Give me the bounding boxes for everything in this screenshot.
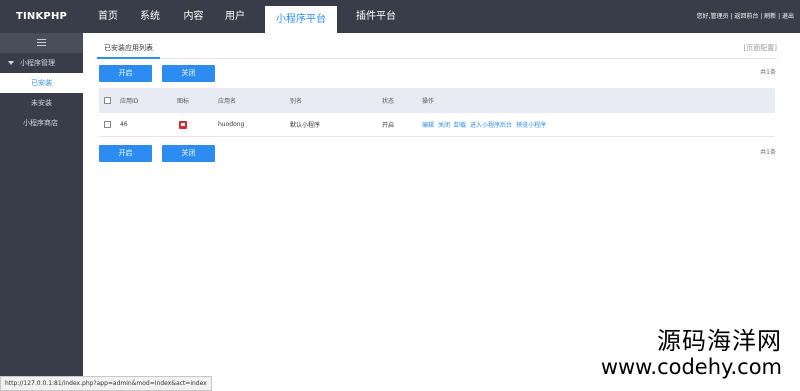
disable-button-top[interactable]: 关闭 bbox=[162, 65, 215, 82]
sidebar-item-installed[interactable]: 已安装 bbox=[0, 73, 83, 93]
sidebar-group-label: 小程序管理 bbox=[20, 59, 55, 67]
tab-bar: 已安装应用列表 [页面配置] bbox=[97, 41, 777, 59]
col-header-alias: 别名 bbox=[290, 98, 303, 105]
table-header: 应用ID 图标 应用名 别名 状态 操作 bbox=[99, 88, 775, 113]
app-icon bbox=[179, 120, 187, 129]
user-links[interactable]: 您好,管理员 | 返回前台 | 刷新 | 退出 bbox=[697, 11, 794, 20]
enter-admin-link[interactable]: 进入小程序后台 bbox=[470, 120, 512, 129]
hamburger-icon bbox=[37, 39, 46, 47]
nav-home[interactable]: 首页 bbox=[88, 0, 128, 33]
disable-button-bottom[interactable]: 关闭 bbox=[162, 145, 215, 162]
preview-link[interactable]: 预览小程序 bbox=[516, 120, 546, 129]
main-nav: 首页 系统 内容 用户 小程序平台 插件平台 bbox=[83, 0, 410, 33]
col-header-id: 应用ID bbox=[120, 98, 139, 105]
record-count-bottom: 共1条 bbox=[760, 149, 776, 156]
watermark-line1: 源码海洋网 bbox=[657, 327, 782, 355]
sidebar-item-not-installed[interactable]: 未安装 bbox=[0, 93, 83, 113]
col-header-status: 状态 bbox=[382, 98, 395, 105]
app-status: 开启 bbox=[382, 122, 395, 129]
app-logo: TINKPHP bbox=[15, 11, 68, 22]
sidebar-group-miniprogram-manage[interactable]: 小程序管理 bbox=[0, 53, 83, 73]
tab-installed-apps[interactable]: 已安装应用列表 bbox=[97, 41, 160, 59]
col-header-icon: 图标 bbox=[177, 98, 190, 105]
edit-link[interactable]: 编辑 bbox=[422, 120, 434, 129]
nav-miniprogram-platform[interactable]: 小程序平台 bbox=[265, 6, 337, 33]
close-link[interactable]: 关闭 bbox=[438, 120, 450, 129]
menu-toggle-button[interactable] bbox=[0, 33, 83, 53]
col-header-name: 应用名 bbox=[218, 98, 237, 105]
top-bar: TINKPHP 首页 系统 内容 用户 小程序平台 插件平台 您好,管理员 | … bbox=[0, 0, 800, 33]
nav-users[interactable]: 用户 bbox=[215, 0, 255, 33]
row-checkbox[interactable] bbox=[104, 121, 111, 128]
apps-table: 应用ID 图标 应用名 别名 状态 操作 46 huodong 默认小程序 开启… bbox=[99, 88, 775, 137]
nav-content[interactable]: 内容 bbox=[172, 0, 215, 33]
sidebar-item-store[interactable]: 小程序商店 bbox=[0, 113, 83, 133]
nav-plugin-platform[interactable]: 插件平台 bbox=[342, 0, 410, 33]
app-id: 46 bbox=[120, 121, 128, 128]
select-all-checkbox[interactable] bbox=[104, 97, 111, 104]
sidebar: 小程序管理 已安装 未安装 小程序商店 bbox=[0, 33, 83, 376]
nav-system[interactable]: 系统 bbox=[128, 0, 172, 33]
col-header-actions: 操作 bbox=[422, 98, 435, 105]
enable-button-top[interactable]: 开启 bbox=[99, 65, 152, 82]
table-row: 46 huodong 默认小程序 开启 编辑 关闭 卸载 进入小程序后台 预览小… bbox=[99, 113, 775, 137]
caret-down-icon bbox=[8, 61, 14, 65]
enable-button-bottom[interactable]: 开启 bbox=[99, 145, 152, 162]
uninstall-link[interactable]: 卸载 bbox=[454, 120, 466, 129]
watermark-line2: www.codehy.com bbox=[600, 355, 782, 379]
app-alias: 默认小程序 bbox=[290, 122, 321, 129]
record-count-top: 共1条 bbox=[760, 69, 776, 76]
watermark: 源码海洋网 www.codehy.com bbox=[601, 327, 782, 379]
app-name: huodong bbox=[218, 121, 245, 128]
browser-status-url: http://127.0.0.1:81/index.php?app=admin&… bbox=[0, 376, 212, 391]
page-config-link[interactable]: [页面配置] bbox=[744, 43, 777, 53]
main-content: 已安装应用列表 [页面配置] 开启 关闭 共1条 应用ID 图标 应用名 别名 … bbox=[83, 33, 792, 376]
